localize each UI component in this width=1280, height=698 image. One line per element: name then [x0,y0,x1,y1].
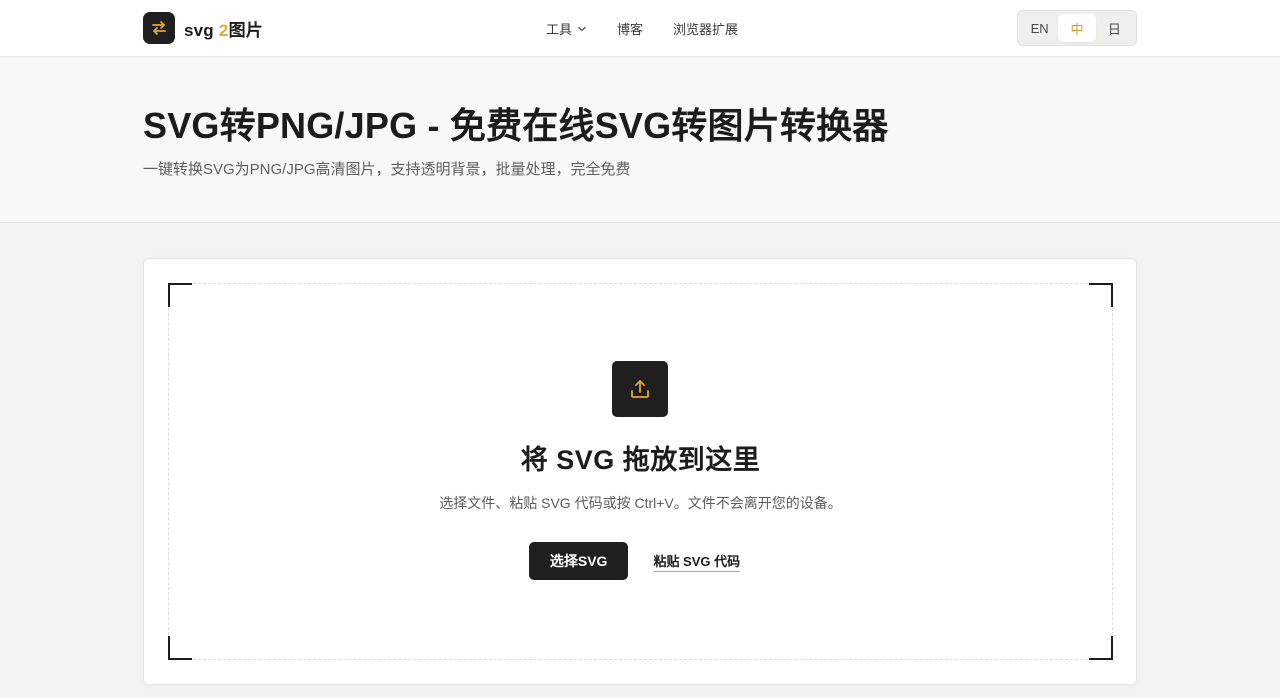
brand-suffix: 图片 [228,20,263,40]
brand-accent: 2 [218,20,229,40]
main-nav: 工具 博客 浏览器扩展 [546,0,768,57]
language-en-button[interactable]: EN [1021,14,1058,42]
language-switcher: EN 中 日 [1017,10,1137,46]
select-svg-button[interactable]: 选择SVG [528,542,629,580]
nav-extension-label: 浏览器扩展 [673,22,739,37]
corner-mark-top-right [1089,283,1113,307]
swap-arrows-icon [143,12,175,44]
converter-card: 将 SVG 拖放到这里 选择文件、粘贴 SVG 代码或按 Ctrl+V。文件不会… [143,258,1137,685]
corner-mark-bottom-left [168,636,192,660]
nav-blog-label: 博客 [617,22,644,37]
page-subtitle: 一键转换SVG为PNG/JPG高清图片，支持透明背景，批量处理，完全免费 [143,161,631,178]
brand-name: svg 2 图片 [184,16,263,41]
upload-icon [612,361,668,417]
brand-prefix: svg [184,20,214,40]
nav-tools-label: 工具 [546,22,573,37]
brand-logo-link[interactable]: svg 2 图片 [143,12,263,44]
page-title: SVG转PNG/JPG - 免费在线SVG转图片转换器 [143,105,889,146]
drop-zone-title: 将 SVG 拖放到这里 [520,445,761,475]
nav-extension-link[interactable]: 浏览器扩展 [673,19,738,38]
language-ja-button[interactable]: 日 [1096,14,1133,42]
language-zh-button[interactable]: 中 [1058,14,1096,42]
nav-tools-dropdown[interactable]: 工具 [546,19,587,38]
nav-blog-link[interactable]: 博客 [617,19,643,38]
chevron-down-icon [577,24,587,34]
top-navigation-bar: svg 2 图片 工具 博客 浏览器扩展 EN 中 日 [0,0,1280,57]
drop-zone-actions: 选择SVG 粘贴 SVG 代码 [169,542,1112,580]
hero-section: SVG转PNG/JPG - 免费在线SVG转图片转换器 一键转换SVG为PNG/… [0,57,1280,223]
drop-zone-description: 选择文件、粘贴 SVG 代码或按 Ctrl+V。文件不会离开您的设备。 [439,495,842,511]
svg-drop-zone[interactable]: 将 SVG 拖放到这里 选择文件、粘贴 SVG 代码或按 Ctrl+V。文件不会… [168,283,1113,660]
corner-mark-bottom-right [1089,636,1113,660]
paste-svg-code-link[interactable]: 粘贴 SVG 代码 [653,551,741,572]
corner-mark-top-left [168,283,192,307]
